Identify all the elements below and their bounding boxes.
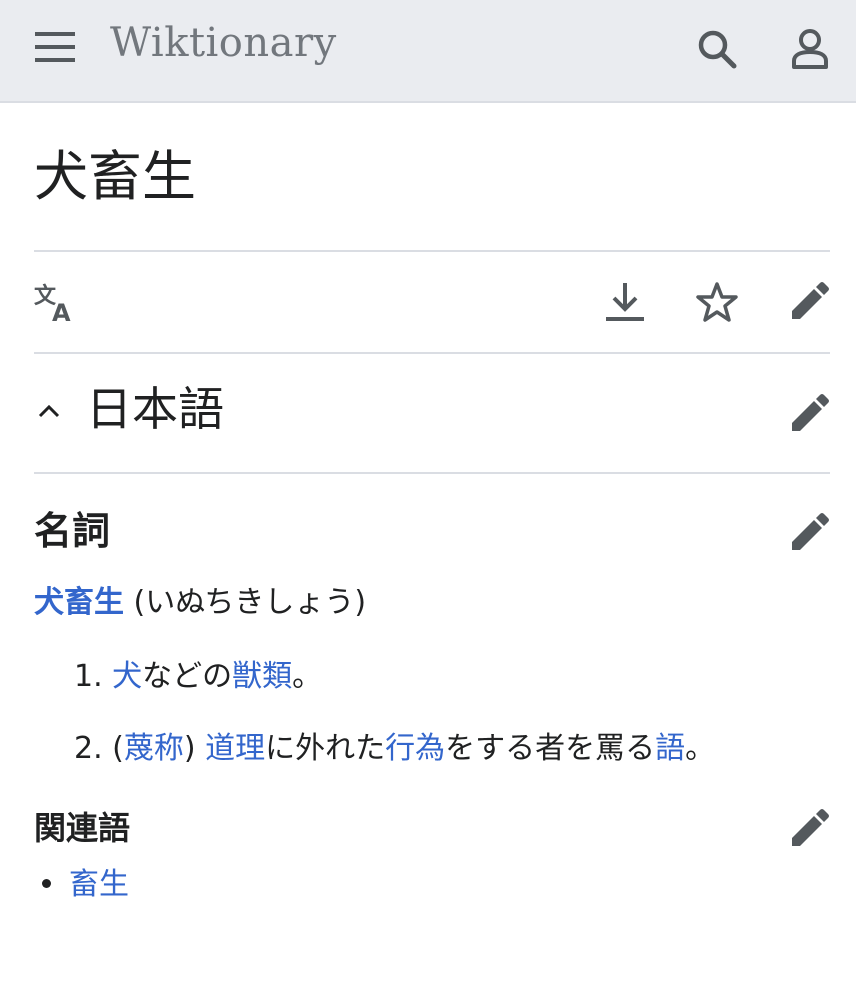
definition-text: )	[183, 731, 206, 766]
related-heading: 関連語	[34, 809, 131, 847]
definition-number: 2.	[74, 731, 103, 766]
definition-link[interactable]: 語	[655, 731, 685, 766]
definition-number: 1.	[74, 659, 103, 694]
search-icon[interactable]	[696, 28, 738, 70]
svg-text:A: A	[52, 299, 71, 323]
reading-text: (いぬちきしょう)	[133, 585, 367, 620]
definition-text: (	[112, 731, 124, 766]
hamburger-menu-icon[interactable]	[34, 30, 76, 64]
user-icon[interactable]	[790, 27, 830, 71]
definition-text: などの	[142, 659, 233, 694]
noun-heading: 名詞	[34, 509, 111, 553]
edit-page-icon[interactable]	[788, 281, 830, 323]
download-icon[interactable]	[604, 281, 646, 323]
definition-text: に外れた	[265, 731, 386, 766]
site-logo-text[interactable]: Wiktionary	[110, 20, 337, 66]
headword-line: 犬畜生 (いぬちきしょう)	[34, 588, 366, 618]
definition-link[interactable]: 犬	[112, 659, 142, 694]
definition-link[interactable]: 蔑称	[124, 731, 184, 766]
definition-text: 。	[292, 659, 323, 694]
top-header: Wiktionary	[0, 0, 856, 103]
related-link[interactable]: 畜生	[69, 867, 129, 902]
edit-section-icon[interactable]	[788, 393, 830, 435]
list-item: 畜生	[34, 870, 129, 900]
translate-icon[interactable]: 文 A	[34, 283, 78, 323]
page-title: 犬畜生	[34, 145, 196, 208]
language-heading[interactable]: 日本語	[86, 386, 224, 432]
definition-item: 2. (蔑称) 道理に外れた行為をする者を罵る語。	[74, 734, 715, 764]
definition-text: 。	[685, 731, 716, 766]
definition-link[interactable]: 行為	[385, 731, 445, 766]
edit-section-icon[interactable]	[788, 808, 830, 850]
star-icon[interactable]	[696, 281, 738, 323]
definition-link[interactable]: 道理	[205, 731, 265, 766]
headword-link[interactable]: 犬畜生	[34, 585, 124, 620]
bullet-icon	[42, 879, 51, 888]
divider	[34, 250, 830, 252]
chevron-up-icon[interactable]	[36, 402, 62, 420]
divider	[34, 472, 830, 474]
definition-link[interactable]: 獣類	[232, 659, 292, 694]
divider	[34, 352, 830, 354]
edit-section-icon[interactable]	[788, 512, 830, 554]
definition-text: をする者を罵る	[445, 731, 656, 766]
definition-item: 1. 犬などの獣類。	[74, 662, 322, 692]
